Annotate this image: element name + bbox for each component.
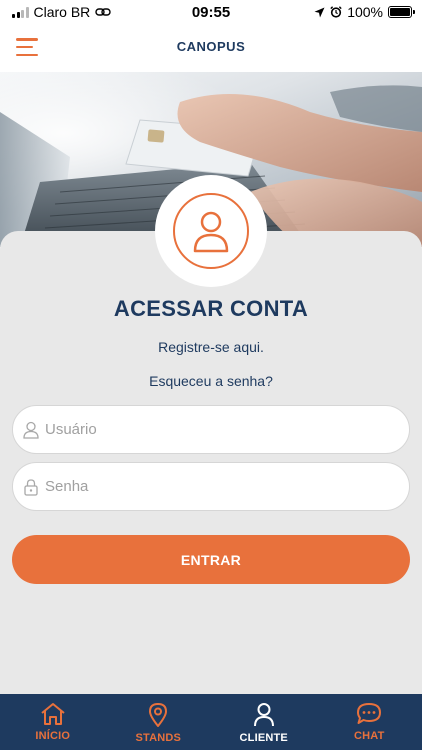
nav-item-cliente[interactable]: CLIENTE: [211, 694, 317, 750]
location-arrow-icon: [314, 7, 325, 17]
nav-label-chat: CHAT: [353, 730, 385, 742]
nav-label-cliente: CLIENTE: [239, 732, 288, 744]
app-header: CANOPUS: [0, 24, 422, 72]
username-field[interactable]: [12, 405, 410, 454]
status-bar: Claro BR 09:55 100%: [0, 0, 422, 24]
user-icon: [253, 703, 274, 727]
user-icon: [23, 421, 39, 439]
chat-bubble-icon: [357, 703, 382, 724]
app-title: CANOPUS: [176, 39, 246, 54]
login-button[interactable]: ENTRAR: [12, 535, 410, 584]
status-right: 100%: [314, 4, 415, 20]
battery-percent: 100%: [347, 4, 383, 20]
password-field[interactable]: [12, 462, 410, 511]
battery-icon: [388, 6, 415, 18]
alarm-icon: [330, 6, 342, 18]
page-title: ACESSAR CONTA: [113, 296, 309, 321]
nav-item-inicio[interactable]: INÍCIO: [0, 694, 106, 750]
bottom-nav: INÍCIO STANDS CLIENTE CHAT: [0, 694, 422, 750]
forgot-password-link[interactable]: Esqueceu a senha?: [0, 373, 422, 389]
nav-label-inicio: INÍCIO: [35, 730, 71, 742]
register-link[interactable]: Registre-se aqui.: [0, 339, 422, 355]
user-avatar-icon: [193, 211, 229, 253]
nav-label-stands: STANDS: [135, 732, 182, 744]
nav-item-stands[interactable]: STANDS: [106, 694, 212, 750]
avatar: [173, 193, 249, 269]
username-input[interactable]: [45, 421, 385, 438]
map-pin-icon: [149, 703, 168, 727]
password-input[interactable]: [45, 478, 385, 495]
lock-icon: [24, 478, 38, 496]
nav-item-chat[interactable]: CHAT: [317, 694, 422, 750]
home-icon: [41, 703, 65, 725]
